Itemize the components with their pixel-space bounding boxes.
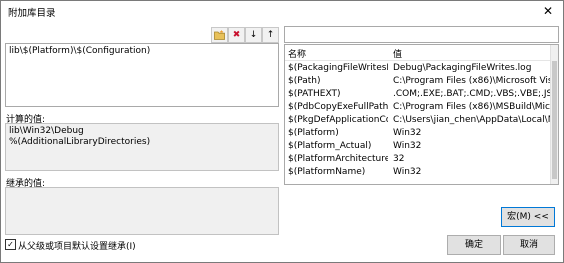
macro-name: $(PATHEXT) <box>288 89 341 99</box>
column-header-value[interactable]: 值 <box>393 47 402 60</box>
additional-library-directories-dialog: 附加库目录 ✕ ✖ ↓ ↑ lib\$(Platform)\$(Configur… <box>0 0 564 263</box>
macro-value: Win32 <box>393 167 422 177</box>
macro-row[interactable]: $(PkgDefApplicationCon... C:\Users\jian_… <box>285 114 550 127</box>
macro-list-header: 名称 值 <box>285 45 550 61</box>
macro-row[interactable]: $(PlatformArchitecture) 32 <box>285 153 550 166</box>
macro-row[interactable]: $(Platform_Actual) Win32 <box>285 140 550 153</box>
macro-name: $(Path) <box>288 76 321 86</box>
new-line-button[interactable] <box>211 27 228 43</box>
inherit-checkbox-label[interactable]: 从父级或项目默认设置继承(I) <box>18 239 136 252</box>
scrollbar-thumb[interactable] <box>552 61 557 179</box>
editor-text[interactable]: lib\$(Platform)\$(Configuration) <box>9 46 150 56</box>
move-up-button[interactable]: ↑ <box>262 27 279 43</box>
macro-name: $(PdbCopyExeFullPath) <box>288 102 388 112</box>
macro-value: C:\Program Files (x86)\MSBuild\Microso <box>393 102 550 112</box>
macro-list: 名称 值 $(PackagingFileWritesLo... Debug\Pa… <box>284 44 559 185</box>
macro-list-scrollbar[interactable] <box>550 45 558 184</box>
macro-row[interactable]: $(PdbCopyExeFullPath) C:\Program Files (… <box>285 101 550 114</box>
cancel-button[interactable]: 取消 <box>503 235 555 255</box>
macro-name: $(Platform_Actual) <box>288 141 372 151</box>
macro-filter-input[interactable] <box>284 26 559 43</box>
macro-value: 32 <box>393 154 405 164</box>
close-icon[interactable]: ✕ <box>535 2 561 21</box>
macro-row[interactable]: $(PackagingFileWritesLo... Debug\Packagi… <box>285 62 550 75</box>
arrow-down-icon: ↓ <box>249 30 258 40</box>
macro-value: .COM;.EXE;.BAT;.CMD;.VBS;.VBE;.JS;.JSE;. <box>393 89 550 99</box>
inherited-value-box <box>5 187 279 235</box>
macro-name: $(PlatformArchitecture) <box>288 154 388 164</box>
macro-row[interactable]: $(PlatformName) Win32 <box>285 166 550 179</box>
ok-button[interactable]: 确定 <box>447 235 501 255</box>
delete-button[interactable]: ✖ <box>228 27 245 43</box>
macro-name: $(PlatformName) <box>288 167 366 177</box>
directories-editor[interactable]: lib\$(Platform)\$(Configuration) <box>5 43 279 107</box>
new-folder-icon <box>214 30 225 40</box>
arrow-up-icon: ↑ <box>266 30 275 40</box>
macro-row[interactable]: $(Path) C:\Program Files (x86)\Microsoft… <box>285 75 550 88</box>
window-title: 附加库目录 <box>8 8 56 19</box>
evaluated-value-box: lib\Win32\Debug %(AdditionalLibraryDirec… <box>5 123 279 171</box>
macro-value: Win32 <box>393 128 422 138</box>
column-header-name[interactable]: 名称 <box>288 47 306 60</box>
evaluated-line-1: lib\Win32\Debug <box>9 126 84 136</box>
macro-value: Debug\PackagingFileWrites.log <box>393 63 532 73</box>
macro-value: Win32 <box>393 141 422 151</box>
macro-value: C:\Users\jian_chen\AppData\Local\Micro <box>393 115 550 125</box>
macro-name: $(PkgDefApplicationCon... <box>288 115 388 125</box>
move-down-button[interactable]: ↓ <box>245 27 262 43</box>
macro-row[interactable]: $(PATHEXT) .COM;.EXE;.BAT;.CMD;.VBS;.VBE… <box>285 88 550 101</box>
macro-name: $(Platform) <box>288 128 339 138</box>
inherit-checkbox[interactable]: ✓ <box>5 239 16 250</box>
evaluated-line-2: %(AdditionalLibraryDirectories) <box>9 137 151 147</box>
macro-value: C:\Program Files (x86)\Microsoft Visual … <box>393 76 550 86</box>
macros-toggle-button[interactable]: 宏(M) << <box>501 207 555 227</box>
title-bar: 附加库目录 ✕ <box>1 1 563 22</box>
delete-icon: ✖ <box>232 30 241 40</box>
macro-row[interactable]: $(Platform) Win32 <box>285 127 550 140</box>
macro-name: $(PackagingFileWritesLo... <box>288 63 388 73</box>
